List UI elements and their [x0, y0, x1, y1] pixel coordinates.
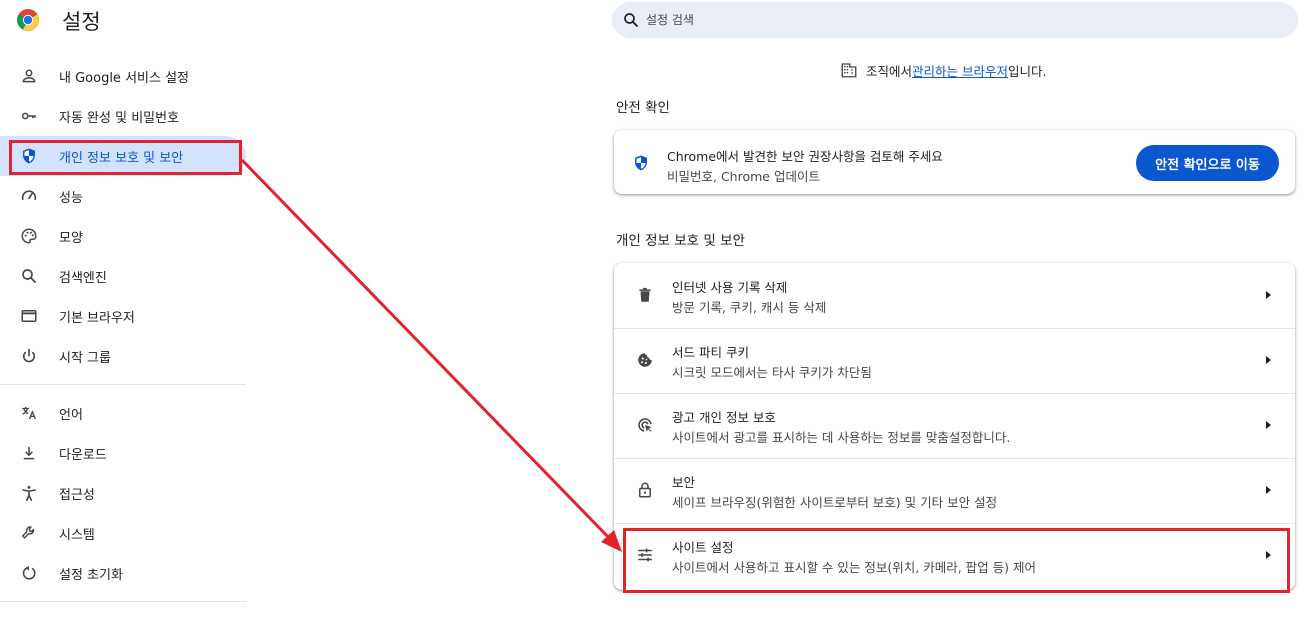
- safety-check-subtitle: 비밀번호, Chrome 업데이트: [667, 169, 820, 184]
- sidebar-item-system[interactable]: 시스템: [0, 513, 246, 553]
- safety-check-heading: 안전 확인: [616, 100, 670, 116]
- row-subtitle: 시크릿 모드에서는 타사 쿠키가 차단됨: [672, 365, 872, 380]
- sidebar-item-on-startup[interactable]: 시작 그룹: [0, 336, 246, 376]
- sidebar-item-label: 다운로드: [59, 447, 107, 463]
- row-divider: [614, 393, 1295, 394]
- sidebar-item-appearance[interactable]: 모양: [0, 216, 246, 256]
- shield-icon: [20, 147, 38, 165]
- download-icon: [20, 444, 38, 462]
- sidebar-item-label: 언어: [59, 407, 83, 423]
- speedometer-icon: [20, 187, 38, 205]
- row-divider: [614, 523, 1295, 524]
- sidebar-divider: [0, 384, 246, 385]
- chevron-right-icon: [1266, 356, 1271, 364]
- browser-window-icon: [20, 307, 38, 325]
- sidebar: 내 Google 서비스 설정 자동 완성 및 비밀번호 개인 정보 보호 및 …: [0, 56, 246, 610]
- privacy-section-heading: 개인 정보 보호 및 보안: [616, 233, 745, 249]
- sidebar-item-reset[interactable]: 설정 초기화: [0, 553, 246, 593]
- search-bar[interactable]: [612, 2, 1298, 38]
- sidebar-item-label: 자동 완성 및 비밀번호: [59, 110, 180, 126]
- go-to-safety-check-button[interactable]: 안전 확인으로 이동: [1136, 145, 1279, 181]
- managed-prefix: 조직에서: [866, 63, 913, 79]
- person-icon: [20, 67, 38, 85]
- managed-browser-link[interactable]: 관리하는 브라우저: [912, 61, 1008, 80]
- sidebar-divider: [0, 601, 246, 602]
- search-icon: [624, 13, 638, 27]
- managed-suffix: 입니다.: [1008, 63, 1047, 79]
- cookie-icon: [636, 351, 654, 369]
- sidebar-item-label: 시스템: [59, 527, 95, 543]
- accessibility-icon: [20, 484, 38, 502]
- sidebar-item-label: 검색엔진: [59, 270, 107, 286]
- building-icon: [841, 63, 857, 78]
- privacy-row-security[interactable]: 보안 세이프 브라우징(위험한 사이트로부터 보호) 및 기타 보안 설정: [614, 458, 1295, 523]
- sidebar-item-performance[interactable]: 성능: [0, 176, 246, 216]
- lock-icon: [636, 481, 654, 499]
- row-title: 사이트 설정: [672, 540, 734, 555]
- sidebar-item-label: 성능: [59, 190, 83, 206]
- sidebar-item-privacy[interactable]: 개인 정보 보호 및 보안: [0, 136, 246, 176]
- wrench-icon: [20, 524, 38, 542]
- trash-icon: [636, 286, 654, 304]
- translate-icon: [20, 404, 38, 422]
- row-title: 서드 파티 쿠키: [672, 345, 749, 360]
- sidebar-item-label: 시작 그룹: [59, 350, 111, 366]
- chevron-right-icon: [1266, 421, 1271, 429]
- power-icon: [20, 347, 38, 365]
- shield-icon: [635, 155, 647, 171]
- chrome-logo-icon: [17, 9, 39, 31]
- key-icon: [20, 107, 38, 125]
- search-icon: [20, 267, 38, 285]
- sidebar-item-languages[interactable]: 언어: [0, 393, 246, 433]
- sidebar-item-search-engine[interactable]: 검색엔진: [0, 256, 246, 296]
- row-subtitle: 사이트에서 광고를 표시하는 데 사용하는 정보를 맞춤설정합니다.: [672, 430, 1011, 445]
- safety-check-title: Chrome에서 발견한 보안 권장사항을 검토해 주세요: [667, 149, 943, 164]
- sidebar-item-downloads[interactable]: 다운로드: [0, 433, 246, 473]
- privacy-card: 인터넷 사용 기록 삭제 방문 기록, 쿠키, 캐시 등 삭제 서드 파티 쿠키…: [614, 263, 1295, 590]
- sidebar-item-accessibility[interactable]: 접근성: [0, 473, 246, 513]
- page-title: 설정: [62, 10, 101, 34]
- palette-icon: [20, 227, 38, 245]
- sidebar-item-google-services[interactable]: 내 Google 서비스 설정: [0, 56, 246, 96]
- sidebar-item-label: 개인 정보 보호 및 보안: [59, 150, 184, 166]
- sidebar-item-label: 설정 초기화: [59, 567, 123, 583]
- sidebar-item-label: 기본 브라우저: [59, 310, 135, 326]
- safety-check-card: Chrome에서 발견한 보안 권장사항을 검토해 주세요 비밀번호, Chro…: [614, 130, 1295, 194]
- row-title: 보안: [672, 475, 696, 490]
- row-divider: [614, 458, 1295, 459]
- row-title: 광고 개인 정보 보호: [672, 410, 776, 425]
- sliders-icon: [636, 546, 654, 564]
- search-input[interactable]: [646, 2, 1246, 38]
- managed-notice: 조직에서 관리하는 브라우저 입니다.: [840, 60, 1046, 80]
- sidebar-item-autofill[interactable]: 자동 완성 및 비밀번호: [0, 96, 246, 136]
- sidebar-item-label: 내 Google 서비스 설정: [59, 70, 189, 86]
- privacy-row-site-settings[interactable]: 사이트 설정 사이트에서 사용하고 표시할 수 있는 정보(위치, 카메라, 팝…: [614, 523, 1295, 588]
- row-subtitle: 방문 기록, 쿠키, 캐시 등 삭제: [672, 300, 827, 315]
- chevron-right-icon: [1266, 486, 1271, 494]
- privacy-row-ad-privacy[interactable]: 광고 개인 정보 보호 사이트에서 광고를 표시하는 데 사용하는 정보를 맞춤…: [614, 393, 1295, 458]
- sidebar-item-default-browser[interactable]: 기본 브라우저: [0, 296, 246, 336]
- sidebar-item-label: 모양: [59, 230, 83, 246]
- row-subtitle: 사이트에서 사용하고 표시할 수 있는 정보(위치, 카메라, 팝업 등) 제어: [672, 560, 1036, 575]
- row-divider: [614, 328, 1295, 329]
- reset-icon: [20, 564, 38, 582]
- row-subtitle: 세이프 브라우징(위험한 사이트로부터 보호) 및 기타 보안 설정: [672, 495, 998, 510]
- row-title: 인터넷 사용 기록 삭제: [672, 280, 788, 295]
- chevron-right-icon: [1266, 551, 1271, 559]
- privacy-row-clear-browsing-data[interactable]: 인터넷 사용 기록 삭제 방문 기록, 쿠키, 캐시 등 삭제: [614, 263, 1295, 328]
- ad-privacy-icon: [636, 416, 654, 434]
- chevron-right-icon: [1266, 291, 1271, 299]
- privacy-row-third-party-cookies[interactable]: 서드 파티 쿠키 시크릿 모드에서는 타사 쿠키가 차단됨: [614, 328, 1295, 393]
- sidebar-item-label: 접근성: [59, 487, 95, 503]
